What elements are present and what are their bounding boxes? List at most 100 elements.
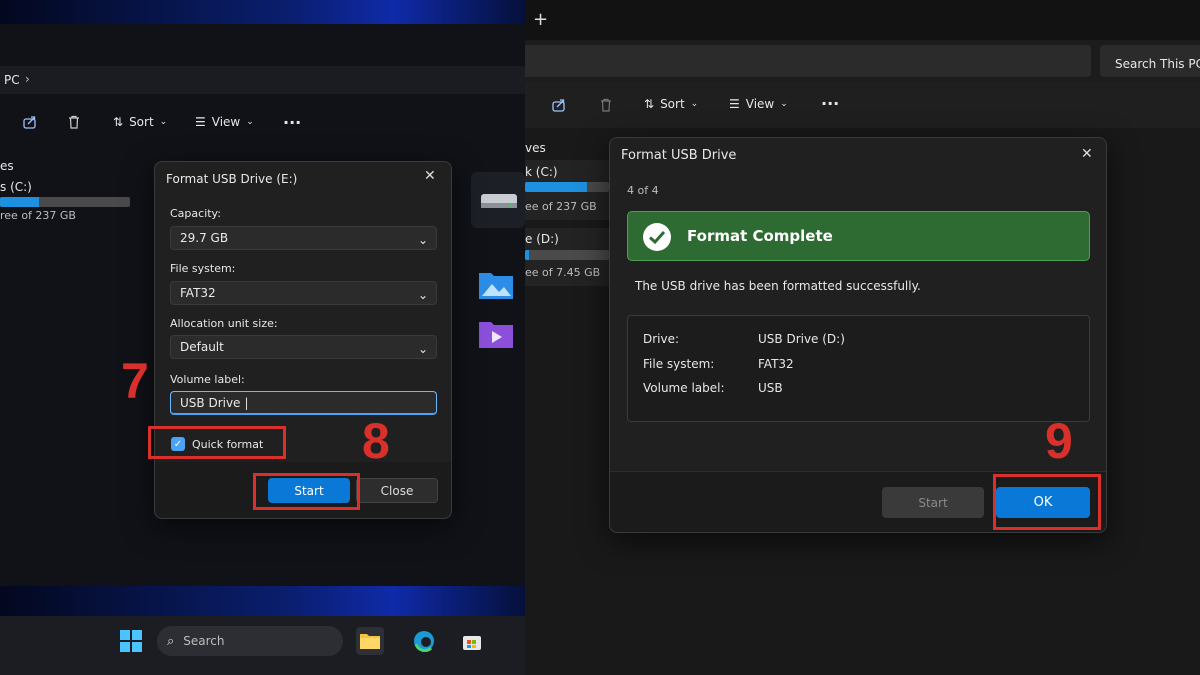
detail-label: Drive: [643, 332, 680, 346]
chevron-down-icon: ⌄ [780, 99, 788, 109]
address-row: Search This PC [525, 40, 1200, 82]
dialog-title: Format USB Drive [621, 148, 737, 163]
sort-label: Sort [129, 115, 154, 129]
step-9-marker: 9 [1045, 413, 1073, 469]
left-screenshot: PC › ⇅ Sort ⌄ ☰ View ⌄ ··· es s (C:) ree… [0, 0, 525, 675]
detail-value: USB Drive (D:) [758, 332, 845, 346]
allocation-select[interactable]: Default ⌄ [170, 335, 437, 359]
chevron-down-icon: ⌄ [417, 288, 428, 302]
taskbar-search-placeholder: Search [183, 634, 225, 648]
pictures-folder-icon[interactable] [478, 268, 514, 300]
address-bar[interactable] [525, 45, 1091, 77]
search-box[interactable]: Search This PC [1100, 45, 1200, 77]
allocation-label: Allocation unit size: [170, 317, 278, 330]
volume-label-label: Volume label: [170, 373, 245, 386]
close-icon[interactable]: ✕ [424, 168, 436, 184]
view-icon: ☰ [729, 97, 740, 111]
drive-c-name[interactable]: s (C:) [0, 180, 32, 194]
drive-c-free-space: ee of 237 GB [525, 200, 597, 213]
wallpaper-bottom [0, 586, 525, 616]
success-banner: Format Complete [627, 211, 1090, 261]
delete-icon[interactable] [598, 97, 614, 117]
drive-c-name: k (C:) [525, 165, 558, 179]
search-placeholder: Search This PC [1115, 57, 1200, 71]
drive-d-usage-bar [525, 250, 609, 260]
breadcrumb[interactable]: PC [4, 73, 20, 87]
drive-c-free-space: ree of 237 GB [0, 209, 76, 222]
chevron-right-icon: › [25, 72, 30, 86]
taskbar-search[interactable]: ⌕ Search [157, 626, 343, 656]
step-8-marker: 8 [362, 413, 390, 469]
store-icon [463, 636, 481, 650]
edge-icon [414, 631, 434, 652]
address-bar[interactable]: PC › [0, 66, 525, 94]
share-icon[interactable] [551, 97, 567, 117]
toolbar: ⇅ Sort ⌄ ☰ View ⌄ ··· [0, 104, 525, 142]
chevron-down-icon: ⌄ [690, 99, 699, 109]
edge-taskbar-button[interactable] [410, 627, 438, 655]
more-options-button[interactable]: ··· [821, 94, 839, 113]
detail-value: USB [758, 381, 783, 395]
banner-text: Format Complete [687, 227, 833, 245]
toolbar: ⇅ Sort ⌄ ☰ View ⌄ ··· [525, 82, 1200, 128]
drive-d-item[interactable]: e (D:) ee of 7.45 GB [525, 228, 612, 286]
share-icon[interactable] [22, 114, 38, 134]
view-label: View [211, 115, 241, 129]
more-options-button[interactable]: ··· [283, 113, 301, 132]
new-tab-icon[interactable]: + [533, 9, 548, 30]
close-icon[interactable]: ✕ [1081, 146, 1093, 162]
tab-strip: + [525, 0, 1200, 40]
drive-d-name: e (D:) [525, 232, 559, 246]
windows-start-icon[interactable] [120, 630, 142, 652]
sort-button[interactable]: ⇅ Sort ⌄ [113, 115, 167, 129]
chevron-down-icon: ⌄ [417, 233, 428, 247]
view-button[interactable]: ☰ View ⌄ [195, 115, 254, 129]
drive-d-free-space: ee of 7.45 GB [525, 266, 601, 279]
chevron-down-icon: ⌄ [246, 117, 254, 127]
success-message: The USB drive has been formatted success… [635, 279, 921, 293]
drive-c-usage-bar [525, 182, 609, 192]
drive-c-usage-bar [0, 197, 130, 207]
store-taskbar-button[interactable] [458, 627, 486, 655]
file-explorer-taskbar-button[interactable] [356, 627, 384, 655]
detail-value: FAT32 [758, 357, 794, 371]
view-label: View [745, 97, 775, 111]
sort-button[interactable]: ⇅ Sort ⌄ [644, 97, 698, 111]
drives-section-label: ves [525, 141, 546, 155]
filesystem-select[interactable]: FAT32 ⌄ [170, 281, 437, 305]
videos-folder-icon[interactable] [478, 317, 514, 349]
view-button[interactable]: ☰ View ⌄ [729, 97, 788, 111]
chevron-down-icon: ⌄ [417, 342, 428, 356]
drive-tile[interactable] [471, 172, 525, 228]
dialog-title: Format USB Drive (E:) [166, 172, 298, 186]
step-indicator: 4 of 4 [627, 184, 659, 197]
quick-format-highlight [148, 426, 286, 459]
ok-highlight [993, 474, 1101, 530]
hard-drive-icon [481, 194, 517, 208]
filesystem-label: File system: [170, 262, 236, 275]
delete-icon[interactable] [66, 114, 82, 134]
step-7-marker: 7 [121, 353, 149, 409]
capacity-select[interactable]: 29.7 GB ⌄ [170, 226, 437, 250]
checkmark-circle-icon [643, 223, 671, 251]
detail-label: File system: [643, 357, 715, 371]
close-button[interactable]: Close [356, 478, 438, 503]
search-icon: ⌕ [167, 633, 175, 649]
wallpaper-top [0, 0, 525, 24]
folder-icon [360, 634, 380, 649]
details-box: Drive: USB Drive (D:) File system: FAT32… [627, 315, 1090, 422]
start-button-disabled[interactable]: Start [882, 487, 984, 518]
devices-section-label: es [0, 159, 14, 173]
view-icon: ☰ [195, 115, 206, 129]
chevron-down-icon: ⌄ [159, 117, 168, 127]
sort-label: Sort [660, 97, 685, 111]
sort-icon: ⇅ [113, 115, 124, 129]
taskbar: ⌕ Search [0, 616, 525, 675]
sort-icon: ⇅ [644, 97, 655, 111]
right-screenshot: + Search This PC ⇅ Sort ⌄ ☰ View ⌄ ··· v… [525, 0, 1200, 675]
detail-label: Volume label: [643, 381, 725, 395]
format-dialog: Format USB Drive (E:) ✕ Capacity: 29.7 G… [154, 161, 452, 519]
capacity-label: Capacity: [170, 207, 221, 220]
volume-label-input[interactable]: USB Drive | [170, 391, 437, 415]
drive-c-item[interactable]: k (C:) ee of 237 GB [525, 160, 612, 220]
